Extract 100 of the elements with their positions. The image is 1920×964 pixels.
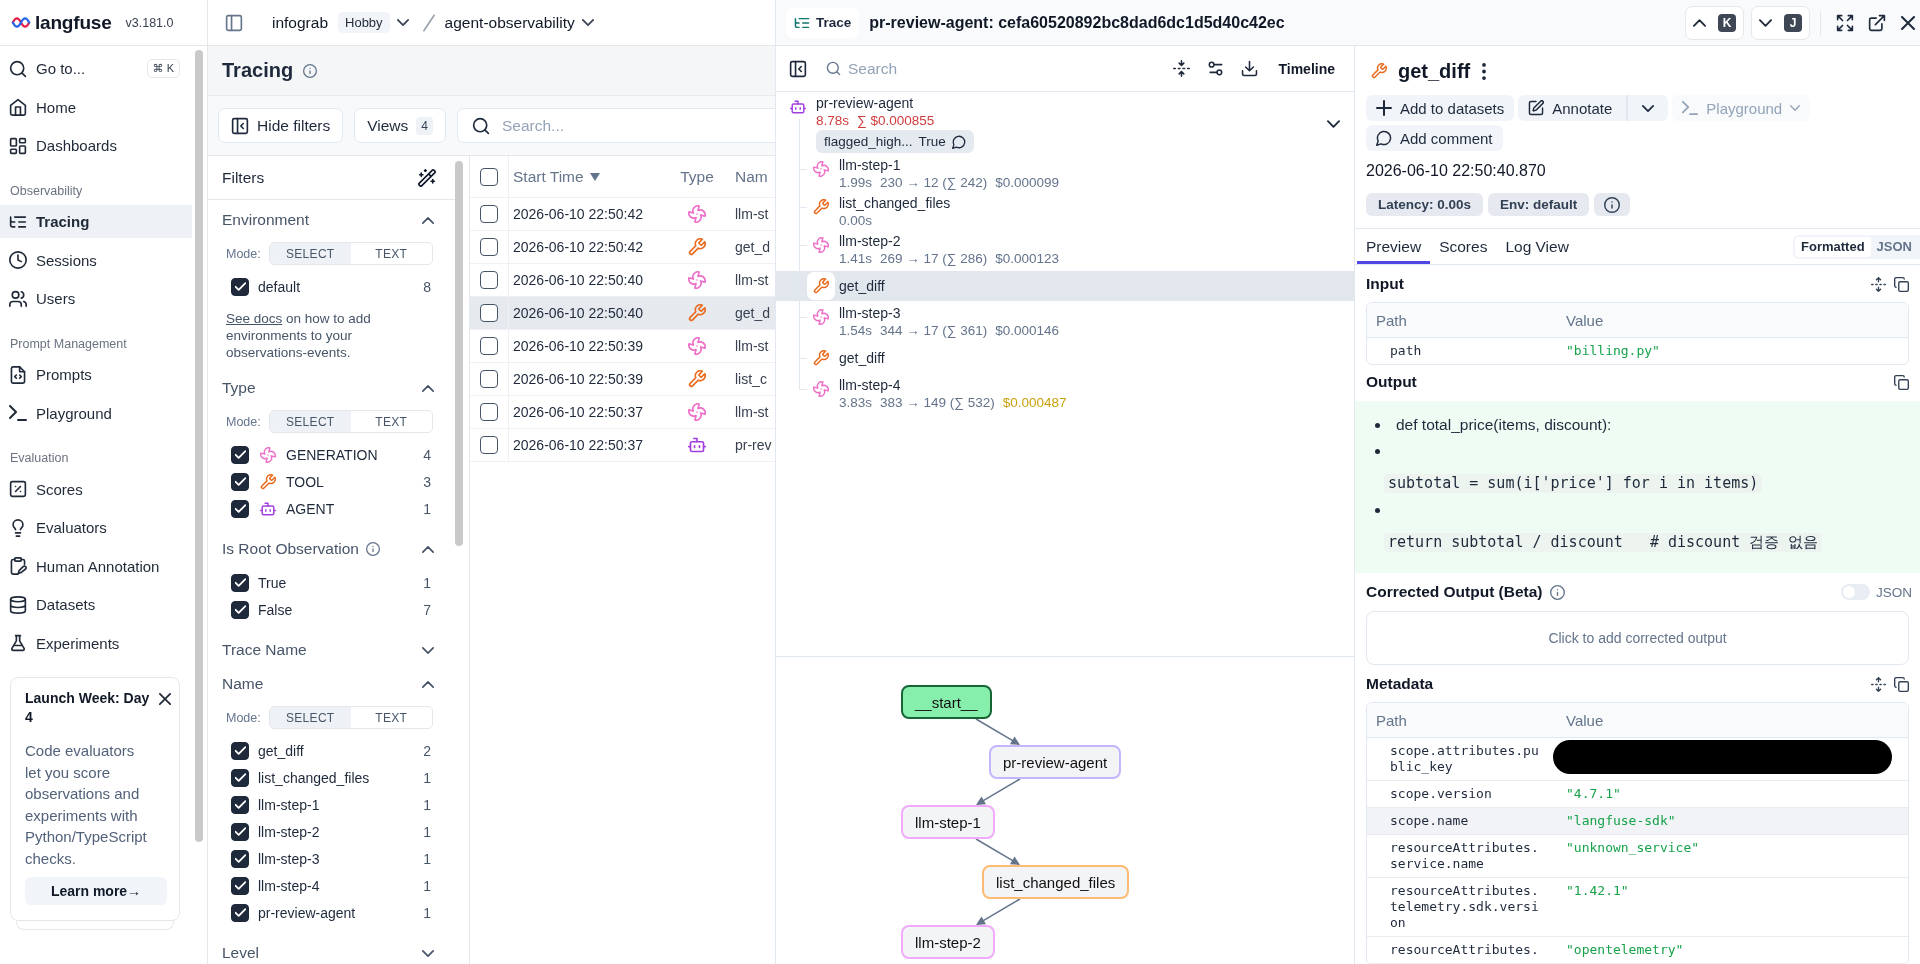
copy-icon[interactable] (1894, 374, 1909, 390)
search-field[interactable]: Search... (457, 108, 775, 143)
table-row[interactable]: 2026-06-10 22:50:39 llm-st (470, 330, 775, 363)
scrollbar[interactable] (455, 161, 463, 546)
external-link-icon[interactable] (1868, 13, 1886, 32)
views-button[interactable]: Views 4 (354, 108, 446, 143)
checkbox[interactable] (231, 499, 249, 518)
chevron-up-icon[interactable] (422, 384, 434, 392)
table-row[interactable]: 2026-06-10 22:50:42 get_d (470, 231, 775, 264)
table-row[interactable]: 2026-06-10 22:50:39 list_c (470, 363, 775, 396)
tab[interactable]: Log View (1496, 229, 1578, 264)
column-header[interactable]: Nam (735, 167, 768, 186)
tab[interactable]: Scores (1430, 229, 1497, 264)
filter-group-title[interactable]: Environment (222, 211, 309, 229)
table-row[interactable]: 2026-06-10 22:50:37 llm-st (470, 396, 775, 429)
checkbox[interactable] (480, 167, 498, 186)
option-label[interactable]: TOOL (286, 473, 324, 490)
checkbox[interactable] (480, 370, 498, 388)
mode-option[interactable]: SELECT (269, 411, 351, 432)
checkbox[interactable] (231, 741, 249, 760)
checkbox[interactable] (231, 472, 249, 491)
download-icon[interactable] (1241, 60, 1259, 77)
add-comment-button[interactable]: Add comment (1366, 125, 1503, 151)
mode-option[interactable]: SELECT (269, 243, 351, 264)
checkbox[interactable] (480, 238, 498, 256)
panel-left-icon[interactable] (789, 59, 807, 78)
add-to-datasets-button[interactable]: Add to datasets (1366, 95, 1515, 121)
nav-item[interactable]: Dashboards (0, 129, 192, 162)
docs-link[interactable]: See docs (226, 311, 283, 326)
chevron-down-icon[interactable] (581, 19, 594, 26)
chevron-down-icon[interactable] (1327, 120, 1340, 128)
tree-row[interactable]: list_changed_files 0.00s (776, 195, 1354, 229)
mode-option[interactable]: TEXT (350, 707, 432, 728)
option-label[interactable]: AGENT (286, 500, 335, 517)
checkbox[interactable] (231, 768, 249, 787)
filter-group-title[interactable]: Level (222, 944, 260, 962)
view-option[interactable]: JSON (1870, 236, 1918, 257)
corrected-output-field[interactable]: Click to add corrected output (1366, 611, 1909, 665)
copy-icon[interactable] (1894, 276, 1909, 292)
mode-option[interactable]: TEXT (350, 243, 432, 264)
tree-row[interactable]: get_diff (776, 343, 1354, 373)
filter-group-title[interactable]: Trace Name (222, 641, 307, 659)
annotate-button[interactable]: Annotate (1518, 95, 1627, 121)
option-label[interactable]: False (258, 601, 293, 618)
table-row[interactable]: 2026-06-10 22:50:40 get_d (470, 297, 775, 330)
option-label[interactable]: list_changed_files (258, 769, 370, 786)
checkbox[interactable] (231, 573, 249, 592)
timeline-button[interactable]: Timeline (1278, 60, 1335, 77)
chevron-up-icon[interactable] (422, 545, 434, 553)
hide-filters-button[interactable]: Hide filters (218, 108, 344, 143)
nav-item[interactable]: Scores (0, 472, 192, 506)
diverging-arrows-icon[interactable] (1871, 676, 1886, 692)
close-icon[interactable] (159, 693, 171, 705)
nav-item[interactable]: Prompts (0, 358, 192, 391)
nav-item[interactable]: Tracing (0, 205, 192, 238)
nav-item[interactable]: Home (0, 90, 192, 124)
option-label[interactable]: get_diff (258, 742, 304, 759)
option-label[interactable]: llm-step-2 (258, 823, 320, 840)
checkbox[interactable] (231, 795, 249, 814)
learn-more-button[interactable]: Learn more→ (25, 877, 167, 905)
checkbox[interactable] (480, 205, 498, 223)
nav-item[interactable]: Datasets (0, 588, 192, 621)
tab[interactable]: Preview (1357, 229, 1431, 264)
tree-row[interactable]: llm-step-4 3.83s 383 → 149 (∑ 532) $0.000487 (776, 377, 1354, 411)
chevron-down-icon[interactable] (396, 19, 409, 26)
column-header[interactable]: Start Time (513, 167, 584, 186)
checkbox[interactable] (480, 436, 498, 454)
project-name[interactable]: agent-observability (444, 13, 575, 32)
converging-arrows-icon[interactable] (1173, 60, 1191, 77)
option-label[interactable]: pr-review-agent (258, 904, 356, 921)
checkbox[interactable] (480, 403, 498, 421)
filter-group-title[interactable]: Type (222, 379, 256, 397)
filter-group-title[interactable]: Is Root Observation (222, 540, 359, 558)
nav-item[interactable]: Evaluators (0, 511, 192, 544)
checkbox[interactable] (480, 337, 498, 355)
copy-icon[interactable] (1894, 676, 1909, 692)
mode-option[interactable]: TEXT (350, 411, 432, 432)
tree-row[interactable]: llm-step-3 1.54s 344 → 17 (∑ 361) $0.000146 (776, 305, 1354, 339)
nav-item[interactable]: Experiments (0, 626, 192, 660)
org-name[interactable]: infograb (272, 13, 328, 32)
view-option[interactable]: Formatted (1795, 236, 1871, 257)
nav-item[interactable]: Users (0, 282, 192, 315)
table-row[interactable]: 2026-06-10 22:50:42 llm-st (470, 198, 775, 231)
magic-wand-icon[interactable] (418, 168, 436, 187)
previous-button[interactable]: K (1685, 5, 1744, 40)
filter-group-title[interactable]: Name (222, 675, 264, 693)
checkbox[interactable] (231, 876, 249, 895)
option-label[interactable]: llm-step-1 (258, 796, 320, 813)
nav-item[interactable]: Playground (0, 396, 192, 430)
checkbox[interactable] (231, 849, 249, 868)
dropdown-button[interactable] (1626, 95, 1669, 121)
next-button[interactable]: J (1751, 5, 1810, 40)
chevron-down-icon[interactable] (422, 949, 434, 957)
nav-item[interactable]: Sessions (0, 243, 192, 277)
tree-row[interactable]: llm-step-2 1.41s 269 → 17 (∑ 286) $0.000123 (776, 233, 1354, 267)
checkbox[interactable] (231, 600, 249, 619)
scrollbar[interactable] (195, 50, 203, 842)
chevron-down-icon[interactable] (422, 646, 434, 654)
mode-option[interactable]: SELECT (269, 707, 351, 728)
tree-row[interactable]: llm-step-1 1.99s 230 → 12 (∑ 242) $0.000099 (776, 157, 1354, 191)
